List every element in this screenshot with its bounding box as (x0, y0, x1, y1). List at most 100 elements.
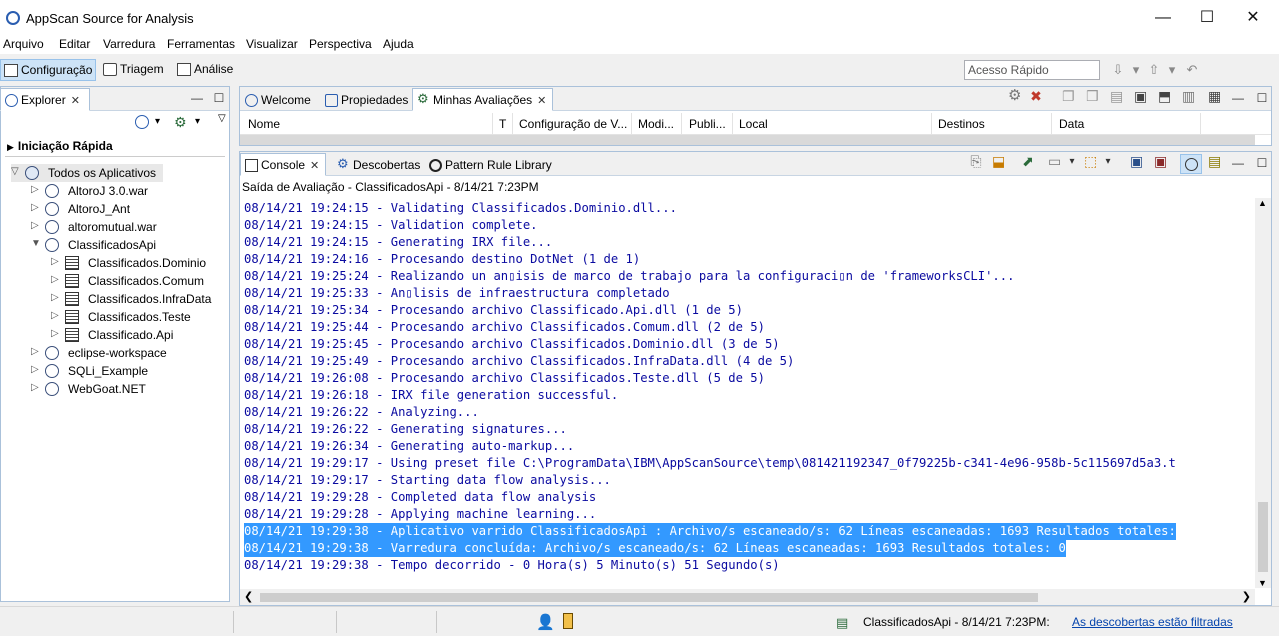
tab-console[interactable]: Console ✕ (240, 153, 327, 176)
horizontal-scroll-thumb[interactable] (260, 593, 1038, 602)
perspective-configuracao[interactable]: Configuração (0, 59, 96, 81)
publish-icon[interactable]: ⬒ (1158, 89, 1171, 103)
menu-ferramentas[interactable]: Ferramentas (167, 37, 235, 51)
remove-icon[interactable]: ✖ (1030, 89, 1042, 103)
chevron-down-icon[interactable]: ▾ (1066, 156, 1078, 168)
console-panel: Console ✕ ⚙ Descobertas Pattern Rule Libra… (239, 151, 1272, 606)
chevron-down-icon[interactable]: ▾ (1102, 156, 1114, 168)
compare-icon[interactable]: ❒ (1086, 89, 1099, 103)
view-menu-icon[interactable]: ▽ (218, 113, 226, 124)
menu-ajuda[interactable]: Ajuda (383, 37, 414, 51)
scroll-lock-icon[interactable]: ⬓ (992, 154, 1005, 168)
quick-start-section[interactable]: ▶ Iniciação Rápida (7, 139, 113, 153)
minimize-button[interactable]: — (1153, 8, 1173, 28)
column-modificado[interactable]: Modi... (638, 117, 674, 131)
chevron-down-icon[interactable]: ▾ (195, 116, 200, 127)
tab-explorer[interactable]: Explorer ✕ (0, 88, 90, 111)
close-icon[interactable]: ✕ (537, 95, 546, 107)
column-destinos[interactable]: Destinos (938, 117, 985, 131)
chevron-up-icon[interactable]: ▲ (1258, 198, 1267, 208)
column-configuracao[interactable]: Configuração de V... (519, 117, 627, 131)
maximize-icon[interactable]: ☐ (1256, 157, 1268, 169)
scan-info-text: ClassificadosApi - 8/14/21 7:23PM: (863, 615, 1050, 629)
minimize-icon[interactable]: — (1232, 92, 1244, 104)
tab-welcome[interactable]: Welcome (240, 88, 318, 111)
history-button[interactable] (1180, 154, 1202, 174)
tab-pattern-rule-library[interactable]: Pattern Rule Library (424, 153, 559, 176)
app-icon (45, 364, 59, 378)
console-tab-row: Console ✕ ⚙ Descobertas Pattern Rule Libra… (240, 152, 1271, 176)
console-output[interactable]: 08/14/21 19:24:15 - Validating Classific… (242, 200, 1249, 574)
column-nome[interactable]: Nome (248, 117, 280, 131)
console-icon (245, 159, 258, 172)
tree-root[interactable]: ▽ Todos os Aplicativos (11, 164, 163, 182)
history-icon[interactable] (135, 115, 149, 129)
pattern-rule-icon (429, 159, 442, 172)
console-horizontal-scrollbar[interactable]: ❮ ❯ (240, 589, 1255, 605)
chevron-down-icon: ▼ (31, 238, 41, 249)
console-line: 08/14/21 19:25:45 - Procesando archivo C… (244, 337, 780, 351)
menu-perspectiva[interactable]: Perspectiva (309, 37, 372, 51)
vertical-scroll-thumb[interactable] (1258, 502, 1268, 572)
copy-icon[interactable]: ❐ (1062, 89, 1075, 103)
console-line: 08/14/21 19:29:28 - Applying machine lea… (244, 507, 597, 521)
back-history-icon[interactable]: ⇩ (1110, 62, 1126, 78)
console-line: 08/14/21 19:24:15 - Validation complete. (244, 218, 538, 232)
table-row[interactable] (240, 135, 1255, 145)
tab-descobertas[interactable]: ⚙ Descobertas (332, 153, 427, 176)
chevron-down-icon[interactable]: ▼ (1258, 578, 1267, 588)
close-icon[interactable]: ✕ (310, 160, 319, 172)
explorer-tab-row: Explorer ✕ — ☐ (0, 87, 229, 111)
perspective-analise[interactable]: Análise (174, 59, 238, 81)
column-t[interactable]: T (499, 117, 506, 131)
settings-icon[interactable]: ⚙ (1008, 88, 1021, 103)
maximize-button[interactable]: ☐ (1197, 8, 1217, 28)
close-button[interactable]: ✕ (1243, 8, 1263, 28)
save-icon[interactable]: ▣ (1134, 89, 1147, 103)
screen-icon[interactable]: ▣ (1154, 154, 1167, 168)
menu-varredura[interactable]: Varredura (103, 37, 155, 51)
chevron-left-icon[interactable]: ❮ (244, 590, 253, 603)
menu-arquivo[interactable]: Arquivo (3, 37, 44, 51)
chevron-right-icon: ▷ (31, 364, 39, 375)
tab-minhas-avaliacoes[interactable]: ⚙ Minhas Avaliações ✕ (412, 88, 554, 111)
chevron-right-icon: ▷ (31, 220, 39, 231)
clear-console-icon[interactable]: ⎘ (970, 154, 982, 168)
lock-icon[interactable]: ▥ (1182, 89, 1195, 103)
filtered-findings-link[interactable]: As descobertas estão filtradas (1072, 615, 1233, 629)
display-console-icon[interactable]: ▭ (1048, 154, 1061, 168)
column-local[interactable]: Local (739, 117, 768, 131)
chevron-right-icon[interactable]: ❯ (1242, 590, 1251, 603)
quick-access-input[interactable]: Acesso Rápido (964, 60, 1100, 80)
monitor-icon[interactable]: ▣ (1130, 154, 1143, 168)
menu-visualizar[interactable]: Visualizar (246, 37, 298, 51)
minimize-icon[interactable]: — (191, 92, 203, 104)
maximize-icon[interactable]: ☐ (213, 92, 225, 104)
tab-propiedades[interactable]: Propiedades (320, 88, 415, 111)
column-publicado[interactable]: Publi... (689, 117, 726, 131)
console-line: 08/14/21 19:24:15 - Generating IRX file.… (244, 235, 553, 249)
assessments-tab-row: Welcome Propiedades ⚙ Minhas Avaliações ✕ … (240, 87, 1271, 111)
chevron-down-icon[interactable]: ▾ (1128, 62, 1144, 78)
chevron-down-icon: ▽ (11, 166, 19, 177)
chevron-down-icon[interactable]: ▾ (1164, 62, 1180, 78)
menu-editar[interactable]: Editar (59, 37, 90, 51)
undo-icon[interactable]: ↶ (1184, 62, 1200, 78)
forward-history-icon[interactable]: ⇧ (1146, 62, 1162, 78)
column-data[interactable]: Data (1059, 117, 1084, 131)
perspective-triagem[interactable]: Triagem (100, 59, 170, 81)
user-icon[interactable]: 👤 (536, 613, 555, 631)
maximize-icon[interactable]: ☐ (1256, 92, 1268, 104)
pin-console-icon[interactable]: ⬈ (1022, 154, 1034, 168)
gear-icon[interactable]: ⚙ (174, 114, 187, 131)
minimize-icon[interactable]: — (1232, 157, 1244, 169)
memory-icon[interactable] (563, 613, 573, 629)
chevron-down-icon[interactable]: ▾ (155, 116, 160, 127)
view-menu-icon[interactable]: ▦ (1208, 89, 1221, 103)
console-vertical-scrollbar[interactable]: ▲ ▼ (1255, 198, 1271, 588)
console-line: 08/14/21 19:26:18 - IRX file generation … (244, 388, 619, 402)
open-console-icon[interactable]: ⬚ (1084, 154, 1097, 168)
report-icon[interactable]: ▤ (1110, 89, 1123, 103)
notes-icon[interactable]: ▤ (1208, 154, 1221, 168)
close-icon[interactable]: ✕ (71, 95, 80, 107)
